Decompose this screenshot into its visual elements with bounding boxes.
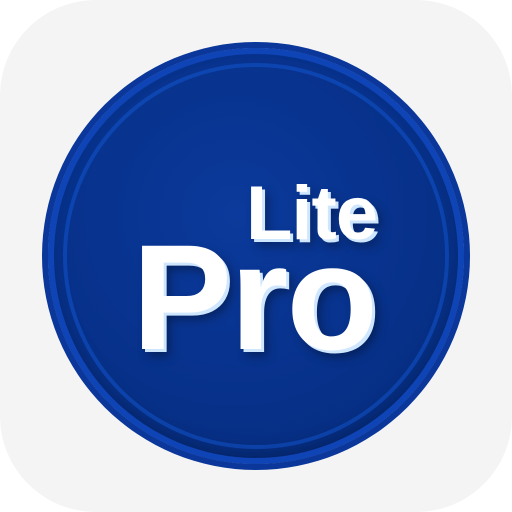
- app-icon: Lite Pro: [0, 0, 512, 512]
- pro-label: Pro: [132, 213, 378, 381]
